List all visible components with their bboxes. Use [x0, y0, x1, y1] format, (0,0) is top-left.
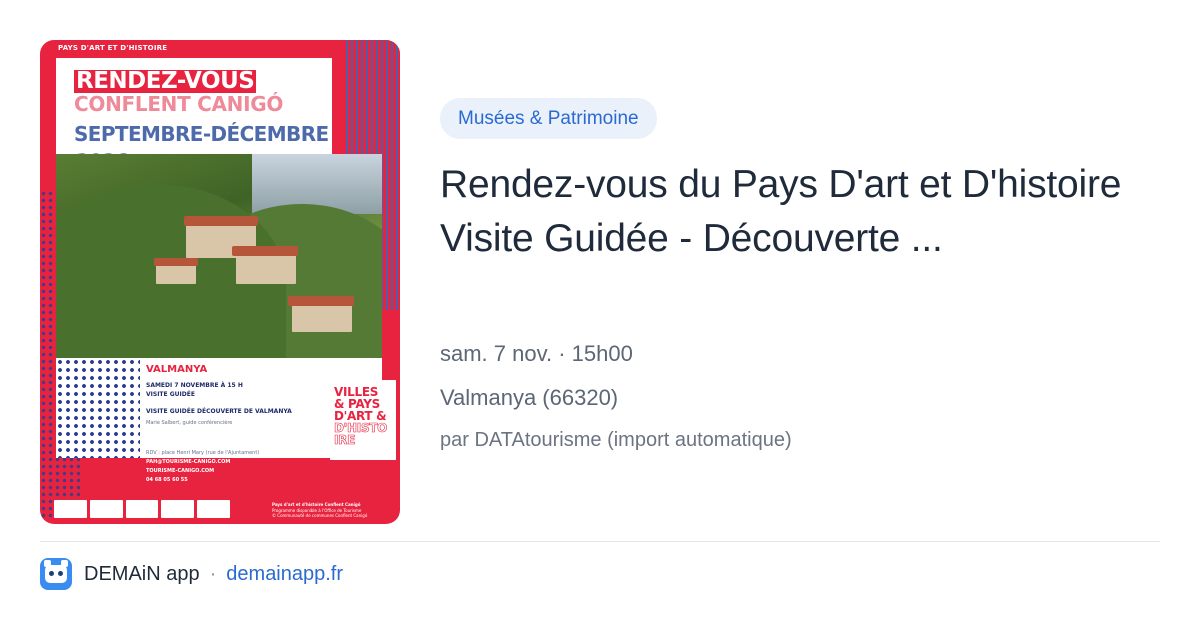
- footer-divider: [40, 541, 1160, 542]
- poster-web: TOURISME-CANIGO.COM: [146, 468, 215, 474]
- footer-separator: ·: [209, 562, 217, 585]
- poster-partner-logos: [54, 500, 230, 520]
- poster-title-line1: RENDEZ-VOUS: [74, 68, 257, 94]
- event-title[interactable]: Rendez-vous du Pays D'art et D'histoire …: [440, 158, 1140, 266]
- event-poster-image[interactable]: PAYS D'ART ET D'HISTOIRE RENDEZ-VOUS CON…: [40, 40, 400, 524]
- poster-footer: Pays d'art et d'histoire Conflent Canigó…: [272, 502, 392, 519]
- poster-title-box: RENDEZ-VOUS CONFLENT CANIGÓ SEPTEMBRE-DÉ…: [56, 58, 332, 171]
- partner-logo: [197, 500, 230, 518]
- app-name: DEMAiN app: [84, 562, 200, 585]
- poster-guide-line: Marie Salbert, guide conférencière: [146, 420, 233, 426]
- poster-foot-line2: © Communauté de communes Conflent Canigó: [272, 513, 368, 518]
- poster-date-line: SAMEDI 7 NOVEMBRE À 15 H: [146, 382, 243, 389]
- category-tag[interactable]: Musées & Patrimoine: [440, 98, 657, 139]
- poster-place: VALMANYA: [146, 364, 208, 375]
- poster-village-photo: [56, 154, 382, 358]
- poster-info-dots: [56, 358, 140, 458]
- poster-type-line: VISITE GUIDÉE: [146, 391, 195, 398]
- event-source: par DATAtourisme (import automatique): [440, 429, 792, 451]
- poster-title-line2: CONFLENT CANIGÓ: [74, 92, 284, 116]
- poster-contact-block: PAH@TOURISME-CANIGO.COM TOURISME-CANIGO.…: [146, 458, 276, 485]
- site-footer: DEMAiN app · demainapp.fr: [40, 558, 343, 590]
- poster-event-line: VISITE GUIDÉE DÉCOUVERTE DE VALMANYA: [146, 408, 292, 415]
- poster-email: PAH@TOURISME-CANIGO.COM: [146, 459, 231, 465]
- app-logo-icon: [40, 558, 72, 590]
- poster-rdv-line: RDV : place Henri Mary (rue de l'Ajuntam…: [146, 450, 260, 456]
- poster-kicker: PAYS D'ART ET D'HISTOIRE: [58, 44, 168, 52]
- partner-logo: [161, 500, 195, 518]
- app-domain-link[interactable]: demainapp.fr: [226, 563, 343, 586]
- poster-villes-label: VILLES & PAYS D'ART & D'HISTO IRE: [330, 380, 396, 460]
- partner-logo: [54, 500, 87, 518]
- poster-title-line3: SEPTEMBRE-DÉCEMBRE: [74, 122, 329, 146]
- event-date: sam. 7 nov. · 15h00: [440, 341, 633, 366]
- poster-villes-line: IRE: [334, 433, 356, 447]
- poster-phone: 04 68 05 60 55: [146, 477, 188, 483]
- partner-logo: [89, 500, 123, 518]
- partner-logo: [125, 500, 159, 518]
- event-location: Valmanya (66320): [440, 385, 619, 410]
